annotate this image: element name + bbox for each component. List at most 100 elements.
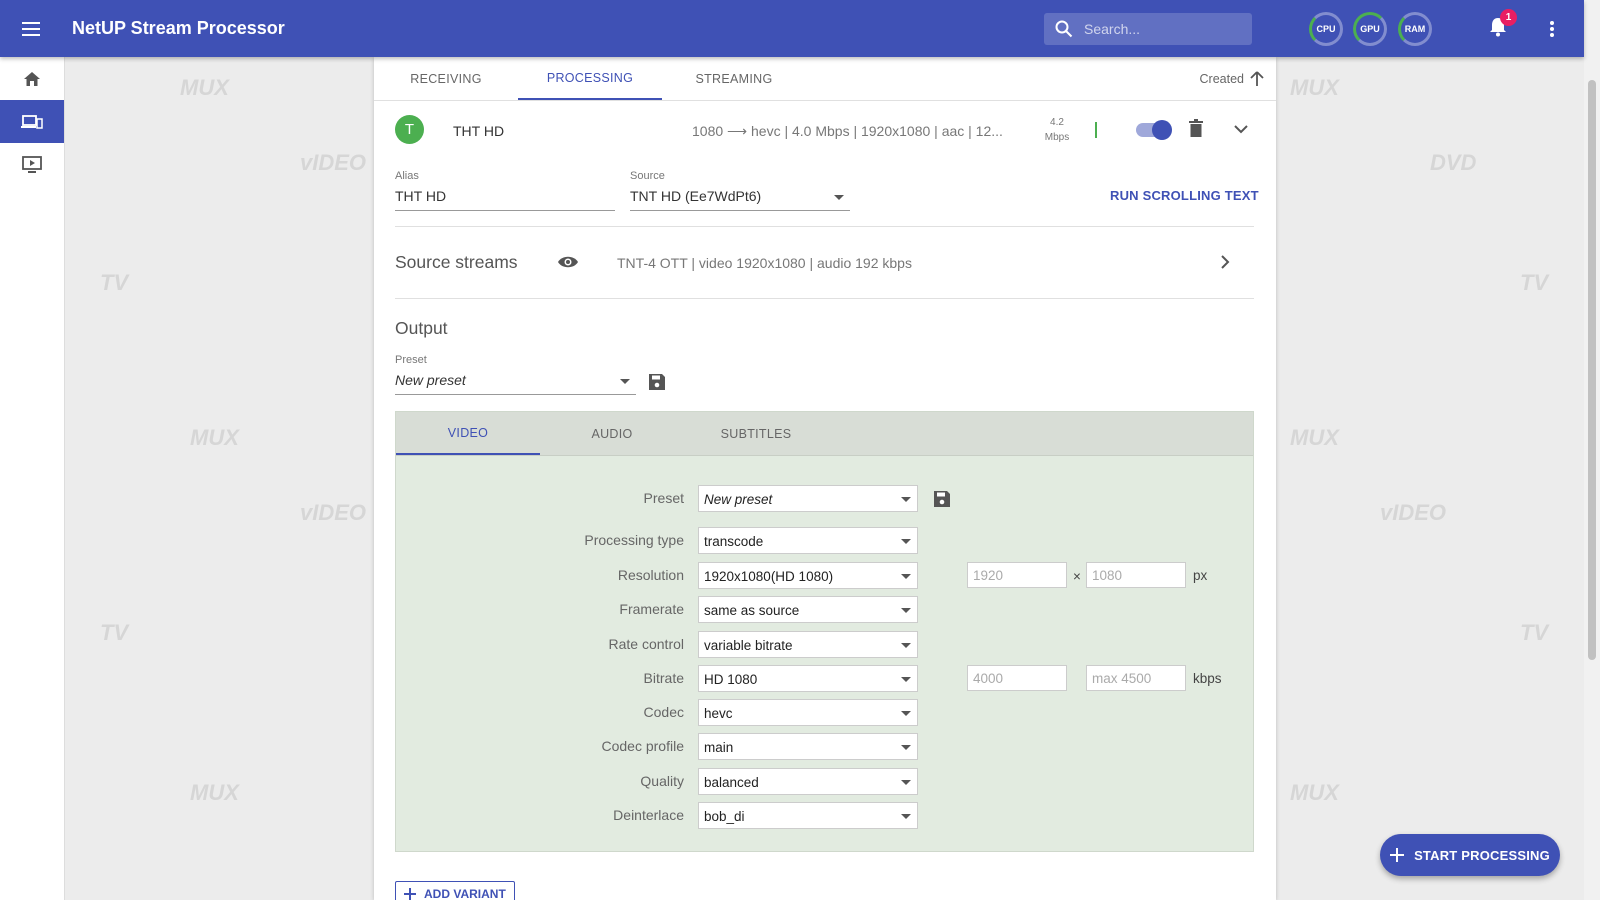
stream-header-row[interactable]: T THT HD 1080 ⟶ hevc | 4.0 Mbps | 1920x1… [374, 101, 1276, 161]
source-streams-title: Source streams [395, 252, 518, 272]
deinterlace-label: Deinterlace [613, 807, 684, 823]
tab-receiving[interactable]: RECEIVING [374, 57, 518, 100]
notification-badge: 1 [1500, 9, 1517, 26]
gpu-gauge[interactable]: GPU [1353, 12, 1387, 46]
bitrate-select[interactable]: HD 1080 [698, 665, 918, 692]
codec-select[interactable]: hevc [698, 699, 918, 726]
resolution-height-input[interactable]: 1080 [1086, 562, 1186, 588]
resolution-label: Resolution [617, 567, 684, 583]
tab-video[interactable]: VIDEO [396, 412, 540, 455]
sort-button[interactable]: Created [1200, 57, 1264, 101]
bg-decoration: MUX [180, 75, 229, 100]
resolution-separator: × [1073, 569, 1081, 584]
expand-button[interactable] [1234, 121, 1248, 139]
bitrate-row: Bitrate HD 1080 4000 max 4500 kbps [396, 665, 1255, 692]
alias-label: Alias [395, 170, 419, 182]
search-box[interactable] [1044, 13, 1252, 45]
bitrate-unit: kbps [1193, 671, 1222, 686]
resolution-width-input[interactable]: 1920 [967, 562, 1067, 588]
save-icon [649, 374, 665, 390]
output-settings-panel: VIDEO AUDIO SUBTITLES Preset New preset … [395, 411, 1254, 852]
bitrate-max-input[interactable]: max 4500 [1086, 665, 1186, 691]
dropdown-caret-icon [901, 574, 911, 579]
codec-row: Codec hevc [396, 699, 1255, 726]
add-variant-button[interactable]: ADD VARIANT [395, 881, 515, 900]
resolution-select[interactable]: 1920x1080(HD 1080) [698, 562, 918, 589]
dropdown-caret-icon [901, 745, 911, 750]
sidebar-item-devices[interactable] [0, 100, 64, 143]
cpu-gauge[interactable]: CPU [1309, 12, 1343, 46]
more-menu-button[interactable] [1540, 16, 1564, 42]
source-streams-open-button[interactable] [1220, 255, 1230, 274]
codec-profile-label: Codec profile [601, 738, 685, 754]
sidebar [0, 57, 65, 900]
rate-control-value: variable bitrate [704, 638, 793, 653]
search-input[interactable] [1084, 21, 1234, 37]
codec-value: hevc [704, 706, 733, 721]
tab-processing[interactable]: PROCESSING [518, 57, 662, 100]
tab-subtitles[interactable]: SUBTITLES [684, 412, 828, 455]
codec-profile-select[interactable]: main [698, 733, 918, 760]
eye-icon [558, 256, 578, 268]
start-processing-button[interactable]: START PROCESSING [1380, 834, 1560, 876]
source-value: TNT HD (Ee7WdPt6) [630, 188, 762, 204]
hamburger-icon [22, 21, 40, 36]
output-title: Output [395, 318, 448, 338]
stream-enable-toggle[interactable] [1136, 120, 1172, 140]
bitrate-min-input[interactable]: 4000 [967, 665, 1067, 691]
save-preset-button[interactable] [649, 374, 665, 395]
video-preset-select[interactable]: New preset [698, 485, 918, 512]
sidebar-item-home[interactable] [0, 57, 64, 100]
save-video-preset-button[interactable] [934, 491, 950, 512]
bitrate-label: Bitrate [643, 670, 684, 686]
ram-gauge[interactable]: RAM [1398, 12, 1432, 46]
top-app-bar: NetUP Stream Processor CPU GPU RAM 1 [0, 0, 1584, 57]
tab-audio[interactable]: AUDIO [540, 412, 684, 455]
tv-play-icon [22, 155, 42, 173]
source-label: Source [630, 170, 665, 182]
framerate-value: same as source [704, 603, 800, 618]
run-scrolling-text-button[interactable]: RUN SCROLLING TEXT [1110, 188, 1259, 203]
plus-icon [1390, 848, 1405, 862]
bg-decoration: MUX [1290, 780, 1339, 805]
source-field[interactable]: Source TNT HD (Ee7WdPt6) [630, 170, 850, 211]
bg-decoration: TV [1520, 270, 1549, 295]
output-preset-value: New preset [395, 372, 466, 388]
trash-icon [1189, 119, 1203, 137]
arrow-up-icon [1250, 71, 1264, 86]
preview-button[interactable] [557, 255, 579, 274]
bitrate-indicator: 4.2 Mbps [1038, 115, 1076, 145]
output-preset-field[interactable]: Preset New preset [395, 354, 636, 395]
rate-control-select[interactable]: variable bitrate [698, 631, 918, 658]
source-select[interactable]: TNT HD (Ee7WdPt6) [630, 188, 850, 211]
bitrate-unit: Mbps [1044, 132, 1070, 143]
codec-profile-value: main [704, 740, 734, 755]
processing-type-select[interactable]: transcode [698, 527, 918, 554]
dropdown-caret-icon [901, 677, 911, 682]
home-icon [24, 71, 40, 86]
dropdown-caret-icon [901, 539, 911, 544]
dropdown-caret-icon [901, 497, 911, 502]
sidebar-item-streams[interactable] [0, 143, 64, 186]
tab-streaming[interactable]: STREAMING [662, 57, 806, 100]
toggle-knob [1152, 120, 1172, 140]
codec-profile-row: Codec profile main [396, 733, 1255, 760]
codec-label: Codec [643, 704, 684, 720]
stream-avatar: T [395, 115, 424, 144]
framerate-row: Framerate same as source [396, 596, 1255, 623]
divider [395, 298, 1254, 299]
resolution-value: 1920x1080(HD 1080) [704, 569, 834, 584]
framerate-select[interactable]: same as source [698, 596, 918, 623]
delete-button[interactable] [1189, 119, 1203, 142]
menu-button[interactable] [0, 0, 64, 57]
dropdown-caret-icon [901, 711, 911, 716]
quality-select[interactable]: balanced [698, 768, 918, 795]
alias-field[interactable]: Alias THT HD [395, 170, 615, 211]
page-scrollbar[interactable] [1584, 0, 1600, 900]
output-preset-select[interactable]: New preset [395, 372, 636, 395]
deinterlace-select[interactable]: bob_di [698, 802, 918, 829]
bitrate-select-value: HD 1080 [704, 672, 758, 687]
alias-input[interactable]: THT HD [395, 188, 615, 211]
bg-decoration: MUX [190, 425, 239, 450]
scrollbar-thumb[interactable] [1588, 80, 1596, 660]
